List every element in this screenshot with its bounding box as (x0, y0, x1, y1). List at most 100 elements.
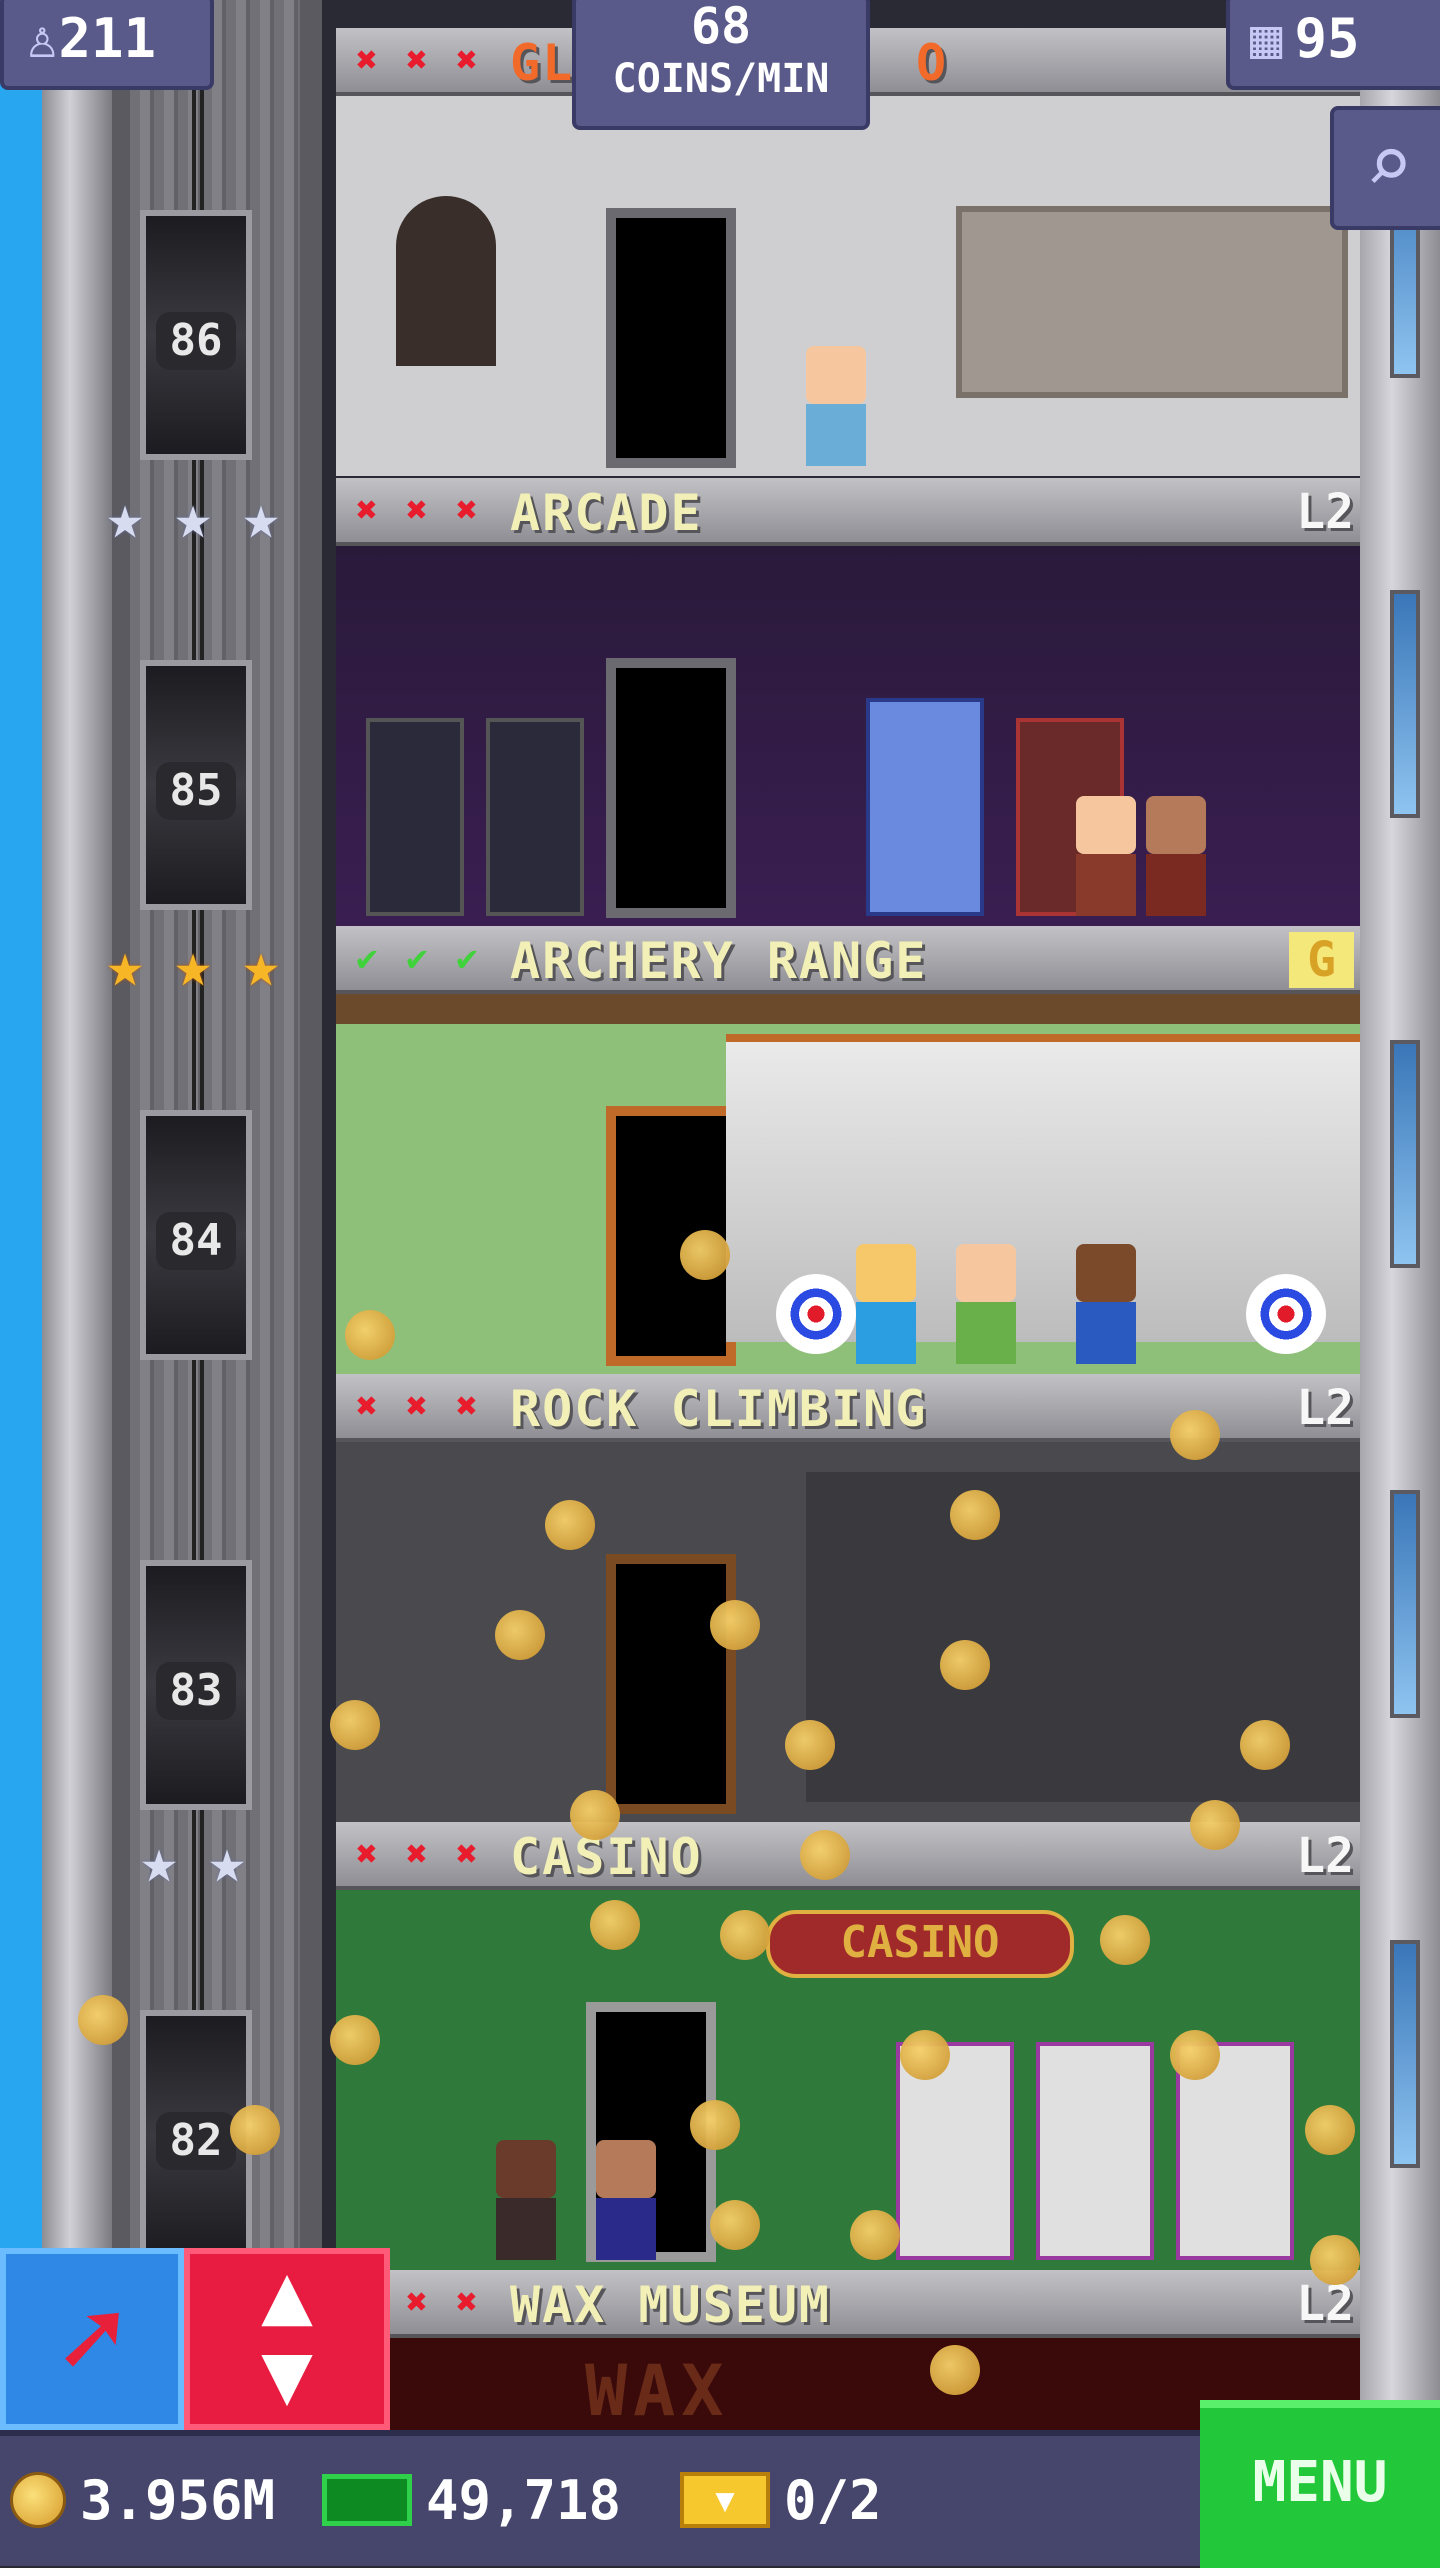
arrow-icon: ➚ (58, 2275, 126, 2403)
floor-room (336, 994, 1360, 1374)
star-icon: ★ (106, 480, 144, 553)
claw-machine (866, 698, 984, 916)
floor-stars-casino: ★ ★ (130, 1824, 256, 1897)
elevator-floor-number: 83 (156, 1662, 236, 1720)
coin-icon[interactable] (330, 1700, 380, 1750)
coin-icon[interactable] (1305, 2105, 1355, 2155)
coin-icon[interactable] (1170, 1410, 1220, 1460)
tickets-balance[interactable]: ▼ 0/2 (680, 2464, 882, 2536)
coin-icon[interactable] (680, 1230, 730, 1280)
tenant[interactable] (806, 346, 866, 466)
x-mark-icon: ✖ (456, 490, 478, 531)
coin-icon[interactable] (800, 1830, 850, 1880)
x-mark-icon: ✖ (406, 490, 428, 531)
tenant[interactable] (596, 2140, 656, 2260)
elevator-button[interactable]: ▲ ▼ (184, 2248, 390, 2430)
elevator-car[interactable]: 83 (140, 1560, 252, 1810)
x-mark-icon: ✖ (406, 40, 428, 81)
x-mark-icon: ✖ (406, 2282, 428, 2323)
floor-name: ARCADE (510, 484, 703, 542)
elevator-floor-number: 84 (156, 1212, 236, 1270)
x-mark-icon: ✖ (356, 1834, 378, 1875)
coin-icon[interactable] (78, 1995, 128, 2045)
coin-icon[interactable] (590, 1900, 640, 1950)
search-button[interactable]: ⌕ (1330, 106, 1440, 230)
coin-icon[interactable] (720, 1910, 770, 1960)
floor-level: L2 (1296, 484, 1354, 540)
floor-room (336, 546, 1360, 926)
tickets-value: 0/2 (784, 2468, 882, 2532)
elevator-car[interactable]: 86 (140, 210, 252, 460)
floor-name: WAX MUSEUM (510, 2276, 832, 2334)
coin-icon[interactable] (345, 1310, 395, 1360)
star-icon: ★ (242, 480, 280, 553)
elevator-car[interactable]: 85 (140, 660, 252, 910)
tenant[interactable] (1146, 796, 1206, 916)
tenant[interactable] (856, 1244, 916, 1364)
coin-icon[interactable] (1190, 1800, 1240, 1850)
coin-icon[interactable] (940, 1640, 990, 1690)
tenant[interactable] (1076, 1244, 1136, 1364)
floor-name: ROCK CLIMBING (510, 1380, 928, 1438)
coin-icon[interactable] (1310, 2235, 1360, 2285)
floor-name: GL (510, 34, 575, 92)
star-icon: ★ (242, 928, 280, 1001)
magnifier-icon: ⌕ (1364, 118, 1414, 211)
star-icon: ★ (106, 928, 144, 1001)
menu-button[interactable]: MENU (1200, 2400, 1440, 2568)
star-icon: ★ (140, 1824, 178, 1897)
coin-icon[interactable] (495, 1610, 545, 1660)
bux-balance[interactable]: 49,718 (322, 2464, 621, 2536)
tower-right-wall (1360, 0, 1440, 2560)
x-mark-icon: ✖ (456, 40, 478, 81)
tenant[interactable] (496, 2140, 556, 2260)
coins-rate-box: 68 COINS/MIN (572, 0, 870, 130)
floor-level-gold: G (1289, 932, 1354, 988)
floor-marks: ✔ ✔ ✔ (346, 938, 488, 980)
floor-stars-arcade: ★ ★ ★ (96, 480, 290, 553)
coin-icon[interactable] (710, 2200, 760, 2250)
elevator-car[interactable]: 84 (140, 1110, 252, 1360)
coin-icon[interactable] (690, 2100, 740, 2150)
floor-room (336, 96, 1360, 476)
casino-sign: CASINO (766, 1910, 1074, 1978)
coins-value: 3.956M (80, 2468, 276, 2532)
floors-counter[interactable]: ▦ 95 (1226, 0, 1440, 90)
coin-icon[interactable] (785, 1720, 835, 1770)
arcade-machine (486, 718, 584, 916)
coin-icon[interactable] (1240, 1720, 1290, 1770)
coin-icon[interactable] (930, 2345, 980, 2395)
coin-icon[interactable] (710, 1600, 760, 1650)
star-icon: ★ (174, 928, 212, 1001)
floors-value: 95 (1294, 7, 1360, 70)
floor-arcade[interactable]: ✖ ✖ ✖ ARCADE L2 (336, 478, 1360, 926)
tenant[interactable] (956, 1244, 1016, 1364)
coin-icon[interactable] (545, 1500, 595, 1550)
floor-archery-range[interactable]: ✔ ✔ ✔ ARCHERY RANGE G (336, 926, 1360, 1374)
x-mark-icon: ✖ (456, 2282, 478, 2323)
coin-icon[interactable] (1170, 2030, 1220, 2080)
potion-shelf (956, 206, 1348, 398)
coin-icon[interactable] (570, 1790, 620, 1840)
floor-name: ARCHERY RANGE (510, 932, 928, 990)
floor-name-suffix: O (916, 34, 949, 92)
coin-icon[interactable] (330, 2015, 380, 2065)
coin-icon[interactable] (230, 2105, 280, 2155)
floor-label-bar: ✖ ✖ ✖ ARCADE L2 (336, 478, 1360, 546)
arrow-button[interactable]: ➚ (0, 2248, 184, 2430)
population-counter[interactable]: ♙211 (0, 0, 214, 90)
coins-rate-value: 68 (690, 0, 752, 55)
coin-icon[interactable] (850, 2210, 900, 2260)
elevator-floor-number: 82 (156, 2112, 236, 2170)
coin-icon[interactable] (1100, 1915, 1150, 1965)
star-icon: ★ (208, 1824, 246, 1897)
building-icon: ▦ (1250, 7, 1283, 70)
coin-icon[interactable] (950, 1490, 1000, 1540)
coin-icon[interactable] (900, 2030, 950, 2080)
up-down-icon: ▲ ▼ (261, 2244, 313, 2424)
target (1246, 1274, 1326, 1354)
check-mark-icon: ✔ (356, 938, 378, 979)
coins-rate-label: COINS/MIN (612, 56, 830, 102)
x-mark-icon: ✖ (406, 1386, 428, 1427)
tenant[interactable] (1076, 796, 1136, 916)
